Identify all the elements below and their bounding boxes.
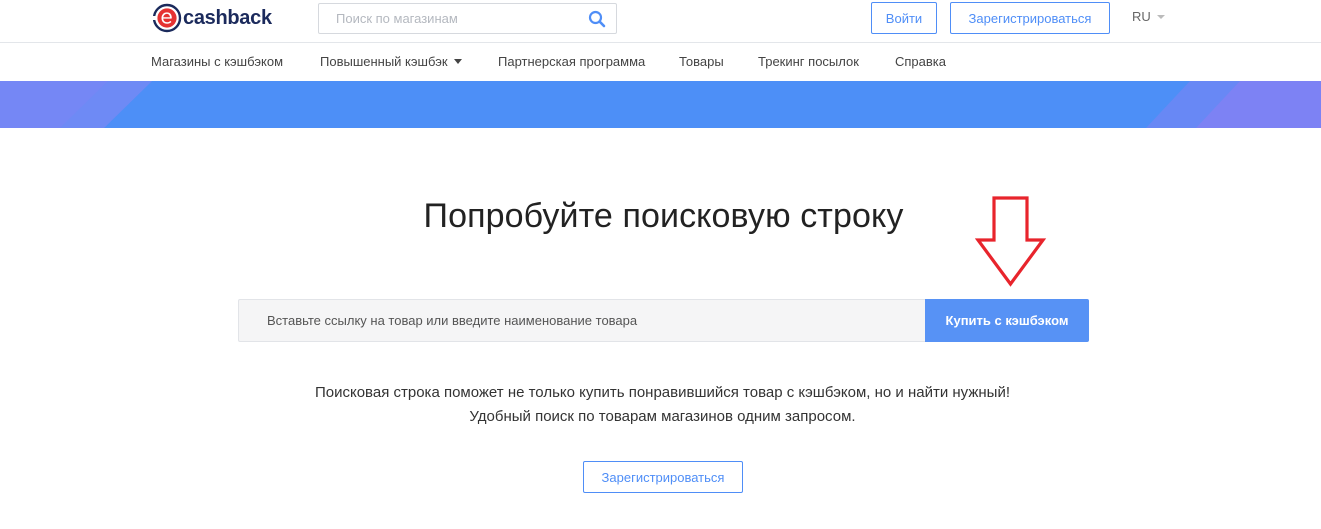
description-line: Поисковая строка поможет не только купит… — [314, 384, 1010, 401]
promo-banner[interactable] — [0, 81, 1321, 128]
nav-item-label: Трекинг посылок — [758, 54, 859, 69]
nav-item-affiliate[interactable]: Партнерская программа — [498, 54, 645, 69]
buy-with-cashback-button[interactable]: Купить с кэшбэком — [925, 299, 1089, 342]
logo-e-icon — [152, 3, 182, 33]
main-nav: Магазины с кэшбэком Повышенный кэшбэк Па… — [0, 44, 1321, 81]
nav-item-label: Магазины с кэшбэком — [151, 54, 284, 69]
nav-item-label: Справка — [895, 54, 946, 69]
banner-decoration — [0, 81, 1321, 128]
nav-item-increased-cashback[interactable]: Повышенный кэшбэк — [320, 54, 462, 69]
chevron-down-icon — [1156, 15, 1165, 19]
page-headline: Попробуйте поисковую строку — [423, 197, 904, 235]
nav-item-parcel-tracking[interactable]: Трекинг посылок — [758, 54, 859, 69]
nav-item-help[interactable]: Справка — [895, 54, 946, 69]
description-line: Удобный поиск по товарам магазинов одним… — [469, 408, 856, 425]
store-search-input[interactable] — [319, 4, 579, 33]
site-logo[interactable]: cashback — [152, 2, 272, 34]
chevron-down-icon — [453, 59, 462, 64]
nav-item-label: Партнерская программа — [498, 54, 646, 69]
store-search-box — [318, 3, 617, 34]
product-search-bar: Купить с кэшбэком — [238, 299, 1089, 342]
search-description: Поисковая строка поможет не только купит… — [0, 381, 1321, 429]
top-header: cashback Войти Зарегистрироваться RU — [0, 0, 1321, 43]
language-selector[interactable]: RU — [1132, 9, 1165, 24]
register-button-header[interactable]: Зарегистрироваться — [950, 2, 1110, 34]
register-button-main[interactable]: Зарегистрироваться — [583, 461, 743, 493]
logo-text: cashback — [183, 6, 272, 29]
product-search-input[interactable] — [238, 299, 925, 342]
login-button[interactable]: Войти — [871, 2, 937, 34]
nav-item-products[interactable]: Товары — [679, 54, 724, 69]
search-icon[interactable] — [588, 10, 606, 28]
nav-item-stores[interactable]: Магазины с кэшбэком — [151, 54, 283, 69]
nav-item-label: Товары — [679, 54, 724, 69]
nav-item-label: Повышенный кэшбэк — [320, 54, 448, 69]
language-label: RU — [1132, 9, 1151, 24]
